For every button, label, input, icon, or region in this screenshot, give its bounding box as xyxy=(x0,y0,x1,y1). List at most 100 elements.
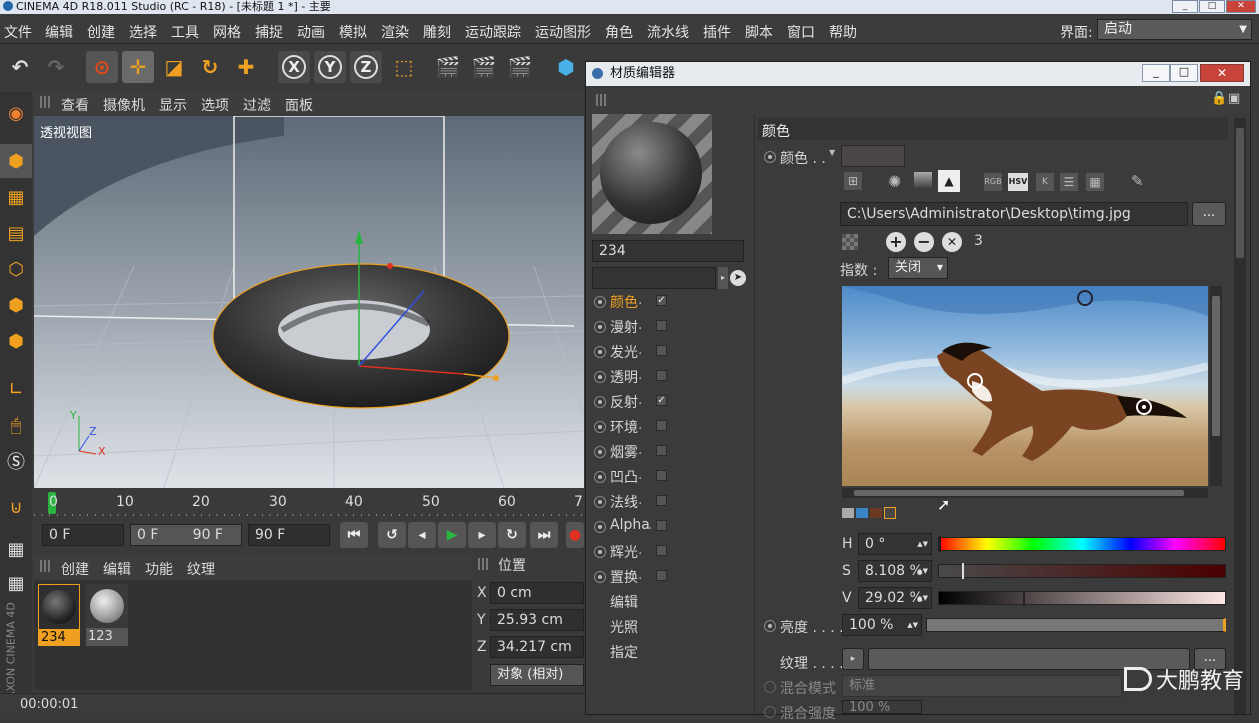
brightness-radio[interactable] xyxy=(764,620,776,632)
editor-page-link[interactable]: 光照 xyxy=(610,617,638,637)
end-frame-field[interactable]: 90 F xyxy=(248,524,330,546)
record-button[interactable]: ● xyxy=(566,522,584,548)
play-button[interactable]: ▶ xyxy=(438,522,466,548)
channel-radio[interactable] xyxy=(594,471,606,483)
snap-icon[interactable]: Ⓢ xyxy=(0,444,32,478)
undo-button[interactable]: ↶ xyxy=(4,51,36,83)
channel-checkbox[interactable] xyxy=(656,545,667,556)
channel-checkbox[interactable] xyxy=(656,345,667,356)
menu-file[interactable]: 文件 xyxy=(4,22,32,42)
menu-render[interactable]: 渲染 xyxy=(381,22,409,42)
texture-mode-icon[interactable]: ▦ xyxy=(0,180,32,214)
go-to-end-button[interactable]: ⏭ xyxy=(530,522,558,548)
material-menu-create[interactable]: 创建 xyxy=(61,559,89,579)
grid-icon[interactable]: ▦ xyxy=(0,566,32,600)
channel-label[interactable]: 透明 xyxy=(610,367,638,387)
live-select-button[interactable]: ✚ xyxy=(230,51,262,83)
material-menu-edit[interactable]: 编辑 xyxy=(103,559,131,579)
channel-radio[interactable] xyxy=(594,571,606,583)
texture-expand-arrow[interactable]: ▸ xyxy=(842,648,864,670)
channel-checkbox[interactable] xyxy=(656,420,667,431)
chevron-down-icon[interactable]: ▼ xyxy=(829,148,835,157)
workplane-mode-icon[interactable]: ▤ xyxy=(0,216,32,250)
viewport-menu-view[interactable]: 查看 xyxy=(61,95,89,115)
edges-mode-icon[interactable]: ⬢ xyxy=(0,288,32,322)
rotate-tool-button[interactable]: ↻ xyxy=(194,51,226,83)
maximize-button[interactable]: □ xyxy=(1199,0,1225,13)
render-view-button[interactable]: 🎬 xyxy=(432,51,464,83)
x-axis-toggle[interactable]: X xyxy=(278,51,310,83)
color-wheel-mode-icon[interactable]: ⊞ xyxy=(844,172,862,190)
viewport-menu-filter[interactable]: 过滤 xyxy=(243,95,271,115)
channel-radio[interactable] xyxy=(594,371,606,383)
coordinate-system-button[interactable]: ⬚ xyxy=(388,51,420,83)
scale-tool-button[interactable]: ◪ xyxy=(158,51,190,83)
redo-button[interactable]: ↷ xyxy=(40,51,72,83)
menu-sculpt[interactable]: 雕刻 xyxy=(423,22,451,42)
channel-checkbox[interactable] xyxy=(656,320,667,331)
channel-label[interactable]: 烟雾 xyxy=(610,442,638,462)
points-mode-icon[interactable]: ⬡ xyxy=(0,252,32,286)
magnet-icon[interactable]: ⊍ xyxy=(0,490,32,524)
saturation-slider[interactable] xyxy=(938,563,1226,579)
menu-mograph[interactable]: 运动图形 xyxy=(535,22,591,42)
coord-y-field[interactable]: 25.93 cm xyxy=(490,609,584,631)
new-panel-icon[interactable]: ▣ xyxy=(1228,91,1240,106)
next-key-button[interactable]: ↻ xyxy=(498,522,526,548)
texture-vertical-scrollbar[interactable] xyxy=(1210,286,1222,486)
menu-window[interactable]: 窗口 xyxy=(787,22,815,42)
texture-path-field[interactable]: C:\Users\Administrator\Desktop\timg.jpg xyxy=(840,202,1188,226)
editor-page-link[interactable]: 指定 xyxy=(610,642,638,662)
eyedropper-icon[interactable]: ✎ xyxy=(1131,172,1144,190)
next-frame-button[interactable]: ▸ xyxy=(468,522,496,548)
material-menu-texture[interactable]: 纹理 xyxy=(187,559,215,579)
channel-checkbox[interactable] xyxy=(656,370,667,381)
pick-icon[interactable]: ➤ xyxy=(730,270,746,286)
browse-button[interactable]: ... xyxy=(1192,202,1226,226)
blend-strength-field[interactable]: 100 % xyxy=(842,700,922,714)
channel-checkbox[interactable]: ✓ xyxy=(656,295,667,306)
channel-checkbox[interactable] xyxy=(656,570,667,581)
menu-edit[interactable]: 编辑 xyxy=(45,22,73,42)
render-settings-button[interactable]: 🎬 xyxy=(504,51,536,83)
channel-label[interactable]: 颜色 xyxy=(610,292,638,312)
menu-simulate[interactable]: 模拟 xyxy=(339,22,367,42)
go-to-start-button[interactable]: ⏮ xyxy=(340,522,368,548)
channel-checkbox[interactable] xyxy=(656,470,667,481)
make-editable-icon[interactable]: ◉ xyxy=(0,96,32,130)
coordinate-mode-dropdown[interactable]: 对象 (相对) xyxy=(490,664,584,686)
lock-icon[interactable]: 🔒 xyxy=(1211,91,1227,106)
channel-radio[interactable] xyxy=(594,521,606,533)
image-mode-icon[interactable]: ▲ xyxy=(938,170,960,192)
menu-motion-tracking[interactable]: 运动跟踪 xyxy=(465,22,521,42)
editor-minimize-button[interactable]: _ xyxy=(1142,64,1170,82)
exponent-dropdown[interactable]: 关闭 ▼ xyxy=(888,257,948,279)
menu-character[interactable]: 角色 xyxy=(605,22,633,42)
menu-script[interactable]: 脚本 xyxy=(745,22,773,42)
brightness-slider[interactable] xyxy=(926,618,1226,632)
model-mode-icon[interactable]: ⬢ xyxy=(0,144,32,178)
minimize-button[interactable]: _ xyxy=(1172,0,1198,13)
channel-label[interactable]: 凹凸 xyxy=(610,467,638,487)
channel-radio[interactable] xyxy=(594,296,606,308)
perspective-viewport[interactable]: 透视视图 Y Z X xyxy=(34,116,584,488)
tweak-mode-icon[interactable]: 🖱 xyxy=(0,408,32,442)
frame-range-slider[interactable]: 0 F 90 F xyxy=(130,524,242,546)
timeline-ruler[interactable]: 0 10 20 30 40 50 60 7 xyxy=(34,490,584,518)
swatch-blue[interactable] xyxy=(856,508,868,518)
previous-key-button[interactable]: ↺ xyxy=(378,522,406,548)
channel-checkbox[interactable] xyxy=(656,445,667,456)
menu-mesh[interactable]: 网格 xyxy=(213,22,241,42)
viewport-menu-options[interactable]: 选项 xyxy=(201,95,229,115)
h-field[interactable]: 0 ° ▲▼ xyxy=(858,533,932,555)
hsv-mode-button[interactable]: HSV xyxy=(1008,173,1028,191)
channel-label[interactable]: 法线 xyxy=(610,492,638,512)
channel-checkbox[interactable]: ✓ xyxy=(656,395,667,406)
channel-radio[interactable] xyxy=(594,496,606,508)
channel-checkbox[interactable] xyxy=(656,495,667,506)
material-preview[interactable] xyxy=(592,114,712,234)
gradient-mode-icon[interactable] xyxy=(914,172,932,190)
s-field[interactable]: 8.108 % ▲▼ xyxy=(858,560,932,582)
swatch-brown[interactable] xyxy=(870,508,882,518)
mixer-mode-icon[interactable]: ☰ xyxy=(1060,173,1078,191)
